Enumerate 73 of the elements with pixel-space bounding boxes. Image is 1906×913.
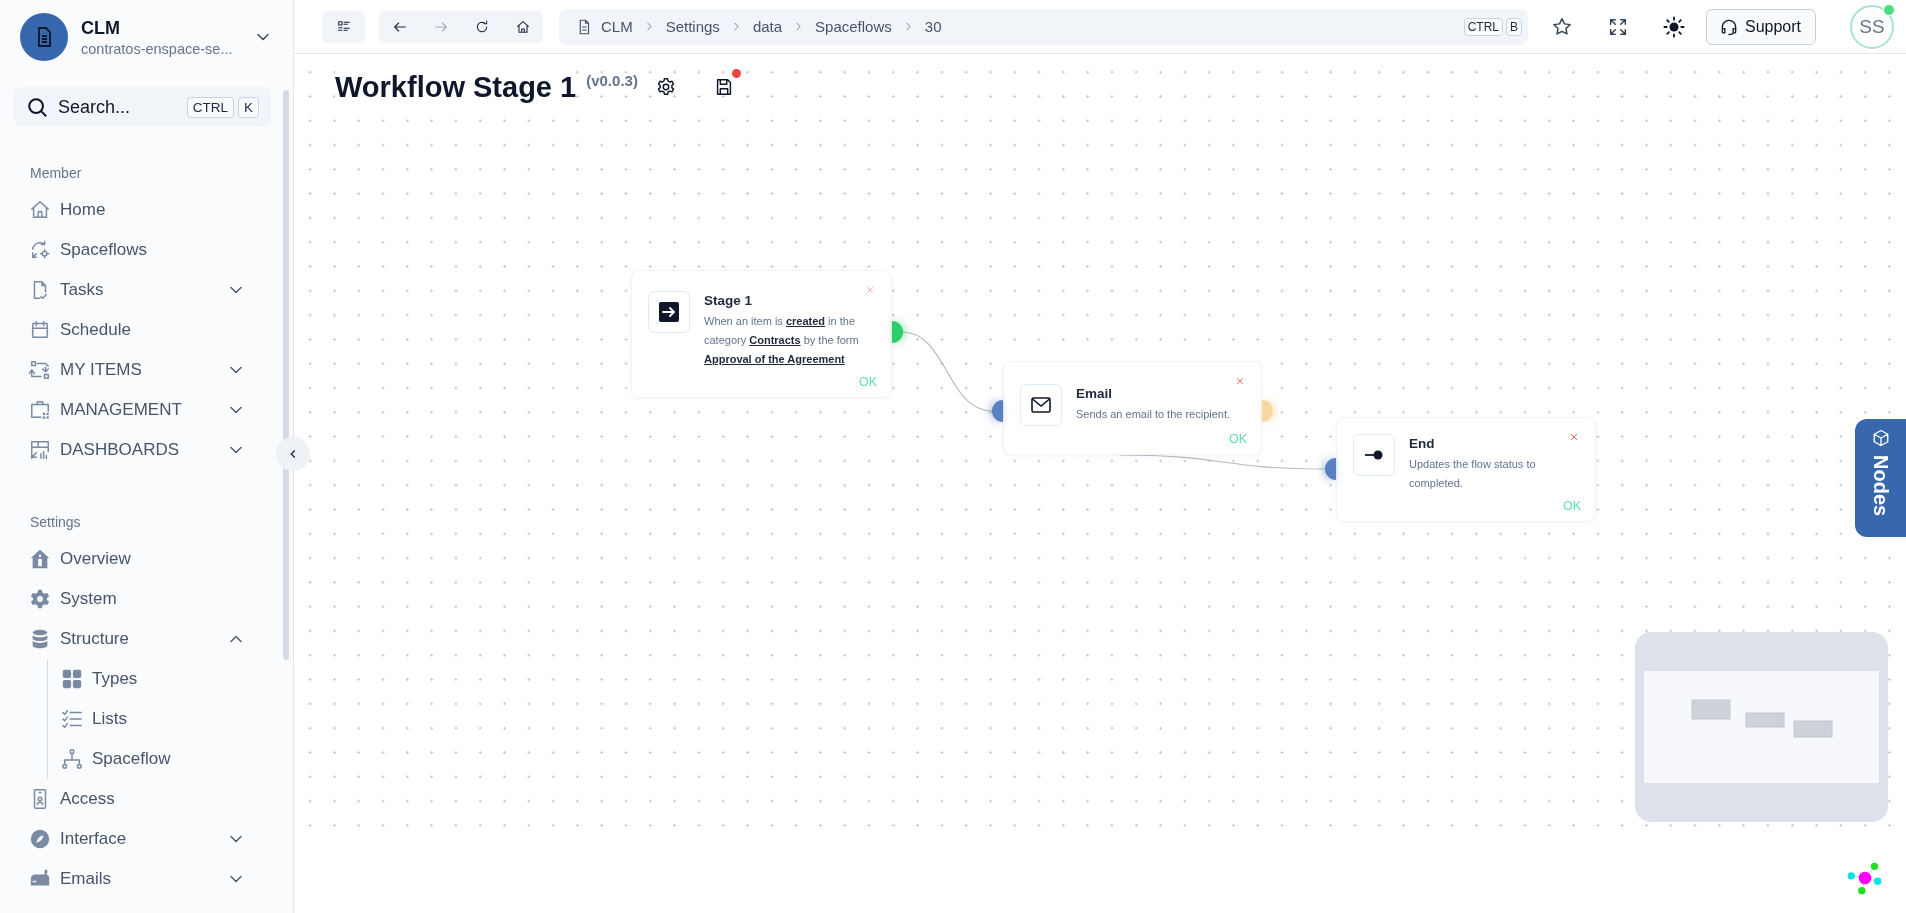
sidebar-item[interactable]: System [14, 579, 246, 619]
keyboard-key: CTRL [186, 96, 234, 118]
node-title: Stage 1 [704, 293, 754, 308]
section-heading: Settings [29, 514, 82, 530]
search-icon [26, 96, 48, 118]
close-icon [1569, 432, 1579, 442]
node-description: When an item is created in the category Contracts by the form Approval of the Agreement [704, 314, 860, 367]
close-icon [865, 285, 875, 295]
briefcase-icon [29, 399, 51, 421]
sidebar-item[interactable]: Spaceflow [48, 739, 248, 779]
node-title: Email [1076, 386, 1114, 401]
sun-icon [1663, 15, 1685, 38]
node-title: End [1409, 436, 1436, 451]
breadcrumb-link[interactable]: Spaceflows [815, 18, 892, 35]
support-button[interactable]: Support [1706, 8, 1817, 45]
sidebar-item[interactable]: MANAGEMENT [14, 390, 246, 430]
node-card[interactable]: End Updates the flow status to completed. OK [1336, 417, 1596, 522]
sidebar-item[interactable]: MY ITEMS [14, 350, 246, 390]
sidebar-item[interactable]: Overview [14, 539, 246, 579]
house-icon [29, 199, 51, 221]
sidebar-item[interactable]: Spaceflows [14, 230, 246, 270]
workspace-name: CLM [81, 17, 121, 39]
sidebar-item[interactable]: Structure [14, 619, 246, 659]
node-description: Updates the flow status to completed. [1409, 457, 1537, 491]
house-icon [29, 548, 51, 570]
grid-icon [61, 668, 83, 690]
search-label: Search... [58, 96, 132, 118]
workspace-subtitle: contratos-enspace-se... [81, 40, 234, 57]
breadcrumb-link[interactable]: data [752, 18, 783, 35]
sidebar-item[interactable]: Home [14, 190, 246, 230]
calendar-icon [29, 319, 51, 341]
dashboard-icon [29, 439, 51, 461]
section-heading: Member [29, 165, 83, 181]
compass-icon [29, 828, 51, 850]
keyboard-key: B [1506, 17, 1522, 36]
sidebar-item[interactable]: Tasks [14, 270, 246, 310]
workflow-title: Workflow Stage 1 [335, 71, 577, 104]
breadcrumb-link[interactable]: 30 [924, 18, 942, 35]
transfer-icon [29, 359, 51, 381]
status-label: OK [857, 375, 877, 389]
keyboard-key: CTRL [1463, 17, 1503, 36]
star-icon [1551, 15, 1573, 38]
node-description: Sends an email to the recipient. [1076, 407, 1232, 422]
sidebar-item[interactable]: Schedule [14, 310, 246, 350]
status-label: OK [1561, 499, 1581, 513]
user-avatar[interactable]: SS [1850, 4, 1895, 49]
keyboard-key: K [238, 96, 259, 118]
hierarchy-icon [61, 748, 83, 770]
sidebar-item[interactable]: Access [14, 779, 246, 819]
input-handle[interactable] [1325, 458, 1336, 480]
breadcrumb-link[interactable]: Settings [665, 18, 720, 35]
checklist-icon [61, 708, 83, 730]
search-button[interactable]: Search... CTRL K [14, 87, 271, 127]
status-label: OK [1227, 432, 1247, 446]
sidebar-item[interactable]: DASHBOARDS [14, 430, 246, 470]
nodes-tab[interactable]: Nodes [1855, 419, 1906, 537]
layout-button[interactable] [322, 10, 365, 43]
version-label: (v0.0.3) [586, 72, 638, 89]
sidebar-item[interactable]: Types [48, 659, 248, 699]
sidebar-item[interactable]: Lists [48, 699, 248, 739]
sidebar-item[interactable]: Emails [14, 859, 246, 899]
gear-icon [29, 588, 51, 610]
network-icon [1846, 861, 1884, 896]
sidebar-item[interactable]: Interface [14, 819, 246, 859]
node-card[interactable]: Email Sends an email to the recipient. OK [1003, 361, 1262, 455]
input-handle[interactable] [992, 400, 1003, 422]
close-icon [1235, 376, 1245, 386]
breadcrumb-link[interactable]: CLM [601, 18, 633, 35]
output-handle[interactable] [892, 321, 903, 343]
sync-gear-icon [29, 239, 51, 261]
node-card[interactable]: Stage 1 When an item is created in the category Contracts by the form Approval of the Agreement OK [631, 270, 892, 398]
cube-icon [1871, 429, 1890, 447]
output-handle[interactable] [1262, 400, 1273, 422]
